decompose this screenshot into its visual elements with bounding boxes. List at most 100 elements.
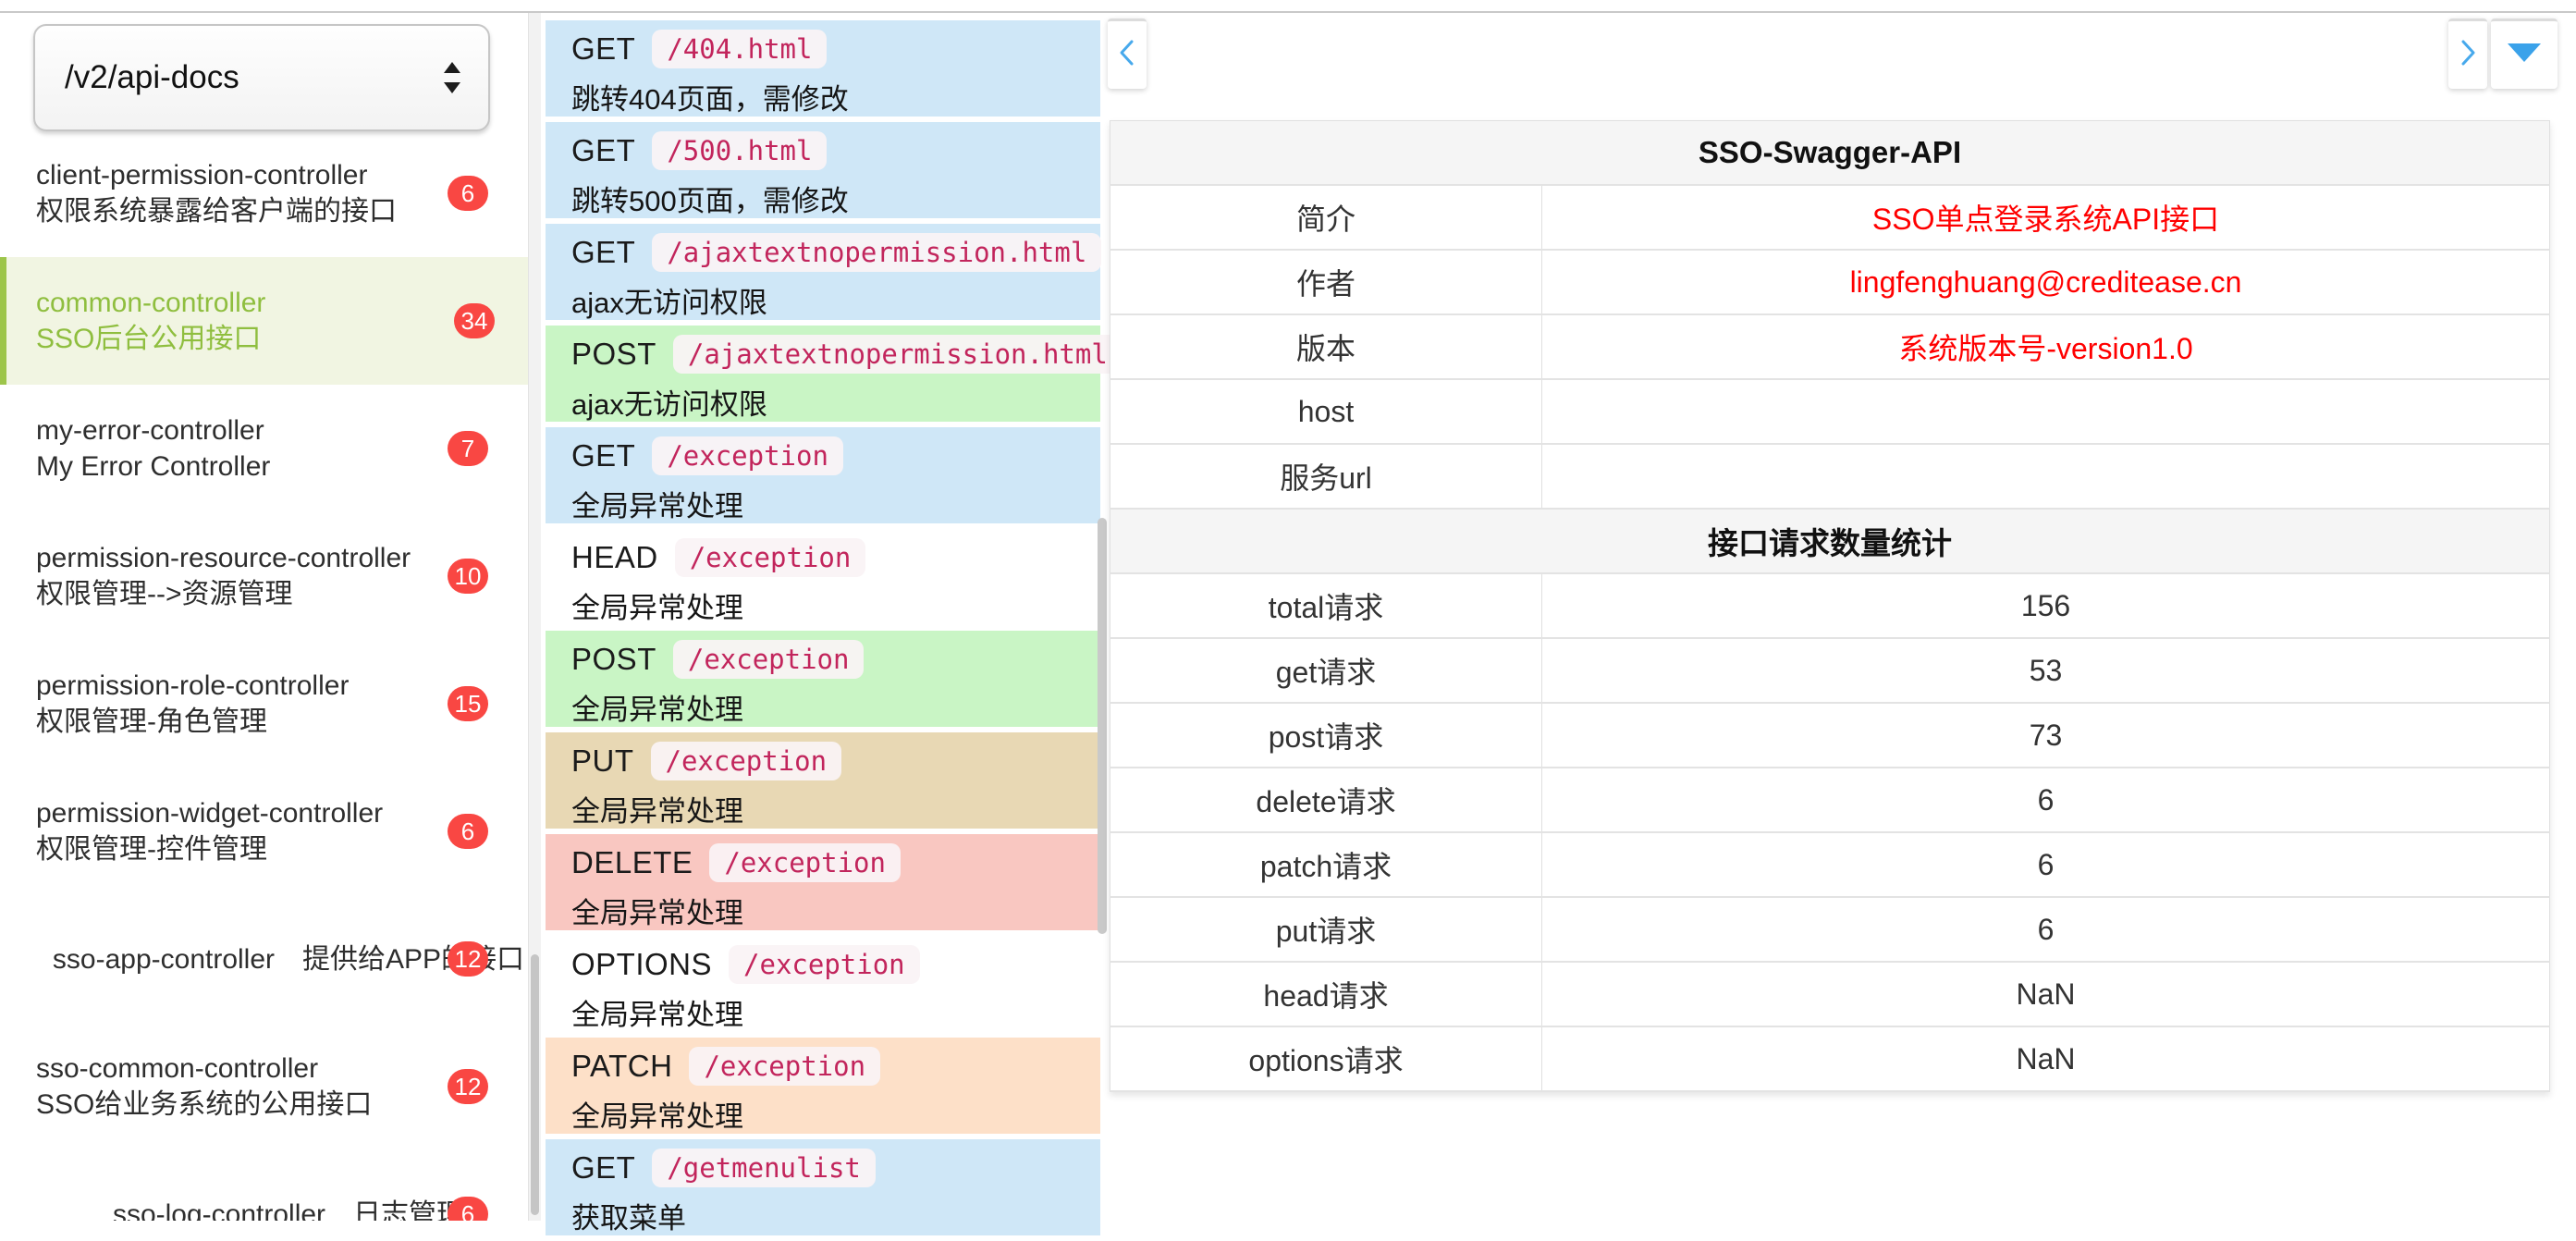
endpoint-desc: 全局异常处理: [571, 788, 1100, 829]
table-row: head请求 NaN: [1110, 962, 2550, 1026]
endpoint-desc: ajax无访问权限: [571, 279, 1100, 321]
http-method: GET: [571, 438, 635, 473]
stat-value: 6: [1542, 897, 2550, 962]
table-row: put请求 6: [1110, 897, 2550, 962]
stat-label: put请求: [1110, 897, 1542, 962]
endpoint-path: /exception: [652, 436, 843, 475]
endpoint-desc: 跳转404页面，需修改: [571, 76, 1100, 117]
table-row: 作者 lingfenghuang@creditease.cn: [1110, 250, 2550, 314]
endpoint-path: /exception: [689, 1047, 880, 1086]
sidebar-item-sso-common-controller[interactable]: sso-common-controller SSO给业务系统的公用接口 12: [0, 1023, 541, 1150]
table-row: options请求 NaN: [1110, 1026, 2550, 1091]
endpoint-path: /getmenulist: [652, 1149, 876, 1187]
table-row: total请求 156: [1110, 573, 2550, 638]
endpoint-count-badge: 15: [448, 686, 488, 721]
info-label: host: [1110, 379, 1542, 444]
select-spinner-icon: [440, 58, 464, 97]
endpoint-row[interactable]: GET/exception 全局异常处理: [546, 427, 1100, 523]
api-title: SSO-Swagger-API: [1110, 121, 2550, 186]
endpoint-row[interactable]: HEAD/exception 全局异常处理: [546, 529, 1100, 625]
endpoint-row[interactable]: PUT/exception 全局异常处理: [546, 732, 1100, 829]
endpoint-count-badge: 6: [448, 814, 488, 849]
sidebar-item-common-controller[interactable]: common-controller SSO后台公用接口 34: [0, 257, 541, 385]
endpoint-desc: 获取菜单: [571, 1195, 1100, 1236]
info-value: [1542, 444, 2550, 509]
controller-sidebar: /v2/api-docs client-permission-controlle…: [0, 0, 541, 1221]
endpoint-path: /exception: [709, 843, 901, 882]
endpoint-desc: ajax无访问权限: [571, 381, 1100, 423]
endpoint-row[interactable]: GET/getmenulist 获取菜单: [546, 1139, 1100, 1235]
endpoint-path: /exception: [673, 640, 865, 679]
endpoint-count-badge: 12: [448, 941, 488, 977]
http-method: GET: [571, 235, 635, 270]
endpoint-row[interactable]: POST/exception 全局异常处理: [546, 631, 1100, 727]
next-tab-button[interactable]: [2448, 18, 2487, 89]
endpoint-count-badge: 34: [454, 303, 495, 338]
api-doc-select-value: /v2/api-docs: [65, 59, 239, 96]
tab-list-dropdown-button[interactable]: [2491, 18, 2558, 89]
endpoint-path: /404.html: [652, 30, 827, 68]
endpoint-row[interactable]: GET/ajaxtextnopermission.html ajax无访问权限: [546, 224, 1100, 320]
sidebar-item-permission-resource-controller[interactable]: permission-resource-controller 权限管理-->资源…: [0, 512, 541, 640]
http-method: POST: [571, 337, 656, 372]
triangle-down-icon: [2506, 42, 2543, 68]
endpoint-path: /exception: [729, 945, 920, 984]
endpoint-count-badge: 12: [448, 1069, 488, 1104]
sidebar-item-sso-log-controller[interactable]: sso-log-controller 日志管理 6: [0, 1150, 541, 1221]
stat-label: patch请求: [1110, 832, 1542, 897]
endpoint-desc: 全局异常处理: [571, 483, 1100, 524]
http-method: PUT: [571, 743, 634, 779]
info-value: SSO单点登录系统API接口: [1542, 185, 2550, 250]
stat-value: NaN: [1542, 962, 2550, 1026]
endpoint-count-badge: 10: [448, 559, 488, 594]
stat-value: 6: [1542, 832, 2550, 897]
stat-value: 73: [1542, 703, 2550, 768]
sidebar-scrollbar-thumb[interactable]: [531, 954, 539, 1215]
sidebar-item-permission-role-controller[interactable]: permission-role-controller 权限管理-角色管理 15: [0, 640, 541, 768]
endpoint-row[interactable]: GET/500.html 跳转500页面，需修改: [546, 122, 1100, 218]
stat-label: total请求: [1110, 573, 1542, 638]
info-label: 版本: [1110, 314, 1542, 379]
http-method: GET: [571, 1150, 635, 1186]
endpoint-desc: 全局异常处理: [571, 1093, 1100, 1135]
table-row: post请求 73: [1110, 703, 2550, 768]
stat-label: get请求: [1110, 638, 1542, 703]
table-row: 接口请求数量统计: [1110, 509, 2550, 573]
prev-tab-button[interactable]: [1108, 18, 1147, 89]
stat-label: head请求: [1110, 962, 1542, 1026]
info-value: lingfenghuang@creditease.cn: [1542, 250, 2550, 314]
endpoint-row[interactable]: DELETE/exception 全局异常处理: [546, 834, 1100, 930]
controller-desc: 提供给APP的接口: [302, 941, 524, 977]
endpoint-path: /ajaxtextnopermission.html: [673, 335, 1122, 374]
table-row: SSO-Swagger-API: [1110, 121, 2550, 186]
endpoint-desc: 全局异常处理: [571, 890, 1100, 931]
chevron-left-icon: [1114, 36, 1140, 74]
endpoint-path: /ajaxtextnopermission.html: [652, 233, 1101, 272]
table-row: delete请求 6: [1110, 768, 2550, 832]
controller-list: client-permission-controller 权限系统暴露给客户端的…: [0, 129, 541, 1221]
api-doc-select[interactable]: /v2/api-docs: [33, 24, 490, 131]
endpoint-count-badge: 6: [448, 176, 488, 211]
endpoint-row[interactable]: PATCH/exception 全局异常处理: [546, 1038, 1100, 1134]
sidebar-item-sso-app-controller[interactable]: sso-app-controller 提供给APP的接口 12: [0, 895, 541, 1023]
info-label: 作者: [1110, 250, 1542, 314]
stat-value: 156: [1542, 573, 2550, 638]
endpoint-desc: 全局异常处理: [571, 991, 1100, 1033]
info-label: 服务url: [1110, 444, 1542, 509]
table-row: 简介 SSO单点登录系统API接口: [1110, 185, 2550, 250]
info-label: 简介: [1110, 185, 1542, 250]
endpoint-count-badge: 6: [448, 1197, 488, 1221]
sidebar-item-my-error-controller[interactable]: my-error-controller My Error Controller …: [0, 385, 541, 512]
sidebar-item-permission-widget-controller[interactable]: permission-widget-controller 权限管理-控件管理 6: [0, 768, 541, 895]
stat-label: post请求: [1110, 703, 1542, 768]
sidebar-item-client-permission-controller[interactable]: client-permission-controller 权限系统暴露给客户端的…: [0, 129, 541, 257]
endpoint-row[interactable]: POST/ajaxtextnopermission.html ajax无访问权限: [546, 326, 1100, 422]
info-value: [1542, 379, 2550, 444]
endpoint-row[interactable]: OPTIONS/exception 全局异常处理: [546, 936, 1100, 1032]
table-row: patch请求 6: [1110, 832, 2550, 897]
endpoint-path: /exception: [651, 742, 842, 780]
endpoint-list-scrollbar-thumb[interactable]: [1098, 518, 1107, 934]
endpoint-list: GET/404.html 跳转404页面，需修改 GET/500.html 跳转…: [546, 20, 1100, 1241]
http-method: PATCH: [571, 1049, 672, 1084]
endpoint-row[interactable]: GET/404.html 跳转404页面，需修改: [546, 20, 1100, 117]
